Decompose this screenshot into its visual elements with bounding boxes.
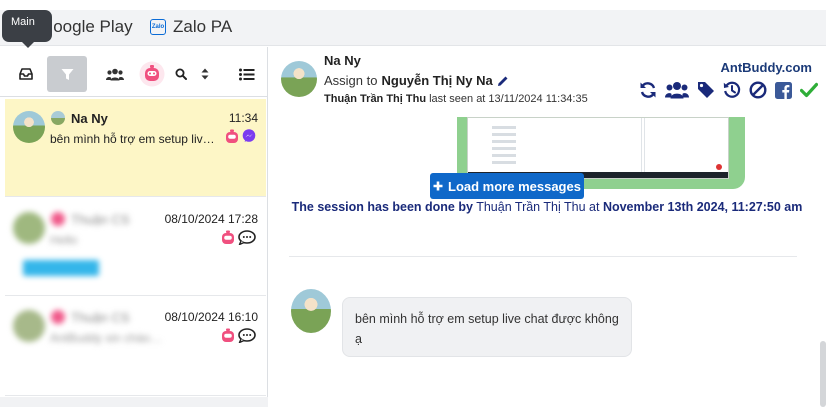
last-seen-text: last seen at 13/11/2024 11:34:35	[429, 93, 588, 105]
inbox-icon	[19, 68, 33, 80]
list-view-button[interactable]	[232, 56, 262, 92]
avatar	[13, 212, 45, 244]
channel-google-play[interactable]: Google Play	[40, 17, 133, 37]
session-mid: at	[589, 200, 600, 214]
messenger-icon	[242, 129, 256, 142]
message-avatar	[291, 289, 331, 333]
load-more-button[interactable]: Load more messages	[430, 173, 584, 199]
channel-bar: Google Play Zalo Zalo PA	[0, 10, 826, 46]
load-more-label: Load more messages	[448, 178, 581, 194]
conversation-toolbar	[0, 47, 268, 97]
inbox-button[interactable]	[8, 56, 44, 92]
bot-icon	[222, 230, 234, 244]
history-icon[interactable]	[723, 81, 741, 99]
facebook-icon[interactable]	[775, 81, 792, 99]
divider	[289, 256, 797, 257]
session-prefix: The session has been done by	[291, 200, 473, 214]
conversation-preview: AntBuddy xin chào…	[50, 331, 163, 345]
sort-button[interactable]	[196, 56, 214, 92]
bot-icon	[222, 328, 234, 342]
agent-avatar	[51, 111, 65, 125]
session-done-notice: The session has been done by Thuận Trần …	[287, 197, 807, 217]
users-icon	[106, 68, 124, 80]
contact-name: Na Ny	[324, 53, 361, 68]
bot-button[interactable]	[138, 56, 166, 92]
bot-icon	[226, 129, 238, 143]
chat-scrollbar[interactable]	[820, 341, 826, 407]
main-tooltip: Main	[2, 10, 52, 48]
conversation-name: Thuận CS	[71, 212, 130, 227]
channel-icons	[225, 129, 256, 144]
conversation-item[interactable]: Thuận CS 08/10/2024 16:10 AntBuddy xin c…	[5, 298, 266, 396]
avatar	[13, 111, 45, 143]
filter-button[interactable]	[47, 56, 87, 92]
attachment-thumbnail	[467, 117, 729, 179]
block-icon[interactable]	[749, 81, 767, 99]
chat-actions	[639, 81, 818, 99]
chat-panel: Na Ny Assign to Nguyễn Thị Ny Na Thuận T…	[269, 47, 826, 407]
list-footer	[0, 397, 268, 407]
users-icon[interactable]	[665, 81, 689, 99]
refresh-icon[interactable]	[639, 81, 657, 99]
channel-label: Zalo PA	[173, 17, 233, 36]
session-agent: Thuận Trần Thị Thu	[476, 200, 586, 214]
conversation-time: 11:34	[228, 111, 258, 125]
chat-bubble-icon	[238, 230, 256, 245]
pencil-icon[interactable]	[497, 75, 509, 87]
contact-avatar	[281, 61, 317, 97]
list-icon	[239, 68, 255, 80]
assign-info: Assign to Nguyễn Thị Ny Na	[324, 73, 509, 88]
channel-zalo-pa[interactable]: Zalo Zalo PA	[150, 17, 232, 37]
conversation-item[interactable]: Thuận CS 08/10/2024 17:28 Hello	[5, 200, 266, 296]
channel-icons	[221, 328, 256, 343]
search-button[interactable]	[170, 56, 192, 92]
channel-icons	[221, 230, 256, 245]
conversation-name: Thuận CS	[71, 310, 130, 325]
app-root: Google Play Zalo Zalo PA Main Na Ny 11:3…	[0, 0, 826, 407]
plus-icon	[433, 181, 443, 191]
assign-prefix: Assign to	[324, 73, 378, 88]
group-button[interactable]	[100, 56, 130, 92]
tag-icon[interactable]	[697, 81, 715, 99]
conversation-name: Na Ny	[71, 111, 108, 126]
sort-icon	[201, 68, 209, 80]
conversation-item[interactable]: Na Ny 11:34 bên mình hỗ trợ em setup liv…	[5, 99, 266, 197]
assignee-name[interactable]: Nguyễn Thị Ny Na	[381, 73, 492, 88]
conversation-time: 08/10/2024 16:10	[164, 310, 258, 324]
avatar	[13, 310, 45, 342]
conversation-time: 08/10/2024 17:28	[164, 212, 258, 226]
channel-label: Google Play	[40, 17, 133, 36]
chat-bubble-icon	[238, 328, 256, 343]
label-tag	[23, 260, 99, 276]
conversation-preview: bên mình hỗ trợ em setup live chat được …	[50, 132, 220, 146]
agent-avatar	[51, 310, 65, 324]
conversation-preview: Hello	[50, 233, 78, 247]
agent-avatar	[51, 212, 65, 226]
message-bubble: bên mình hỗ trợ em setup live chat được …	[342, 297, 632, 357]
check-icon[interactable]	[800, 82, 818, 98]
conversation-panel: Na Ny 11:34 bên mình hỗ trợ em setup liv…	[0, 47, 268, 407]
search-icon	[175, 68, 187, 80]
session-datetime: November 13th 2024, 11:27:50 am	[602, 200, 803, 214]
last-seen-info: Thuận Trần Thị Thu last seen at 13/11/20…	[324, 93, 588, 105]
last-seen-agent: Thuận Trần Thị Thu	[324, 93, 427, 105]
zalo-logo-icon: Zalo	[150, 19, 166, 35]
bot-icon	[139, 61, 165, 87]
filter-icon	[61, 68, 73, 80]
brand-link[interactable]: AntBuddy.com	[721, 60, 812, 75]
